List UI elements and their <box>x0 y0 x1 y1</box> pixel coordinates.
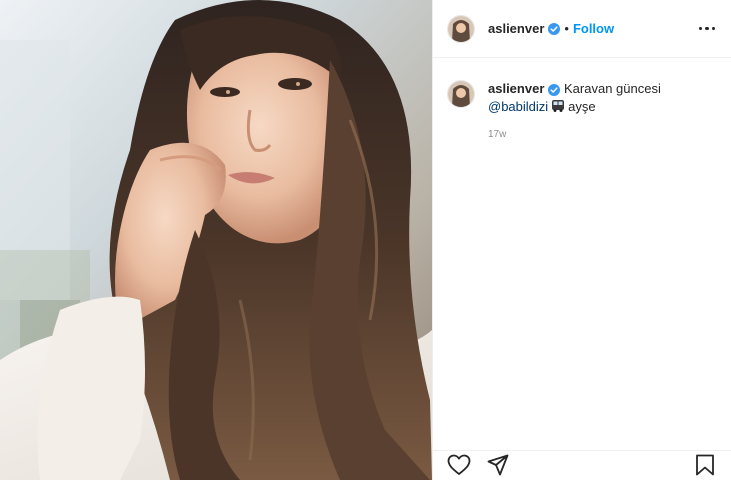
caption-avatar[interactable] <box>447 80 475 108</box>
caption-username-link[interactable]: aslienver <box>488 81 544 96</box>
more-options-icon[interactable] <box>698 23 715 35</box>
caption-signature: ayşe <box>568 99 596 114</box>
verified-badge-icon <box>548 83 561 96</box>
avatar-image <box>448 15 474 42</box>
paper-plane-icon[interactable] <box>487 454 509 476</box>
post-photo[interactable] <box>0 0 432 480</box>
separator-dot: • <box>564 21 569 36</box>
avatar[interactable] <box>447 14 475 43</box>
post-side-panel: aslienver • Follow aslienver Karavan gün… <box>432 0 731 480</box>
post-header: aslienver • Follow <box>433 0 731 58</box>
heart-icon[interactable] <box>447 454 471 476</box>
follow-button[interactable]: Follow <box>573 21 614 36</box>
bookmark-icon[interactable] <box>695 454 715 476</box>
portrait-photo <box>0 0 432 480</box>
bus-emoji-icon <box>552 100 565 112</box>
caption-text: aslienver Karavan güncesi @babildizi ayşe <box>488 80 661 116</box>
caption-body: Karavan güncesi <box>564 81 661 96</box>
action-bar <box>433 450 731 480</box>
instagram-post: aslienver • Follow aslienver Karavan gün… <box>0 0 731 480</box>
caption-row: aslienver Karavan güncesi @babildizi ayşe <box>433 58 731 116</box>
post-timestamp[interactable]: 17w <box>488 129 731 140</box>
avatar-image <box>448 81 474 107</box>
verified-badge-icon <box>548 22 561 35</box>
username-link[interactable]: aslienver <box>488 21 544 36</box>
mention-link[interactable]: @babildizi <box>488 99 548 114</box>
